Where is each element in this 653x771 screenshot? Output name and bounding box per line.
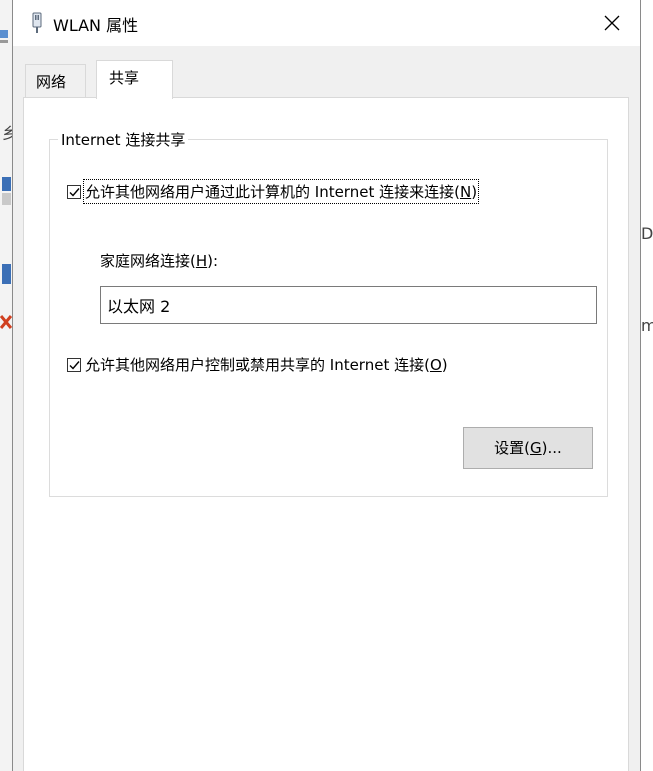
group-title: Internet 连接共享 <box>58 129 189 150</box>
close-icon <box>604 15 620 31</box>
tab-label: 网络 <box>36 73 67 91</box>
allow-control-checkbox[interactable]: 允许其他网络用户控制或禁用共享的 Internet 连接(O) <box>67 354 448 375</box>
checkbox-box[interactable] <box>67 357 81 372</box>
wlan-properties-dialog: WLAN 属性 网络 共享 Internet 连接共享 允许其他网络用户通过此计… <box>12 0 641 771</box>
allow-connect-label: 允许其他网络用户通过此计算机的 Internet 连接来连接(N) <box>82 179 480 204</box>
title-bar[interactable]: WLAN 属性 <box>13 0 640 46</box>
tab-strip: 网络 共享 <box>23 60 628 99</box>
checkmark-icon <box>69 360 80 370</box>
settings-button[interactable]: 设置(G)... <box>463 427 593 469</box>
allow-control-label: 允许其他网络用户控制或禁用共享的 Internet 连接(O) <box>85 356 448 374</box>
window-title: WLAN 属性 <box>53 16 139 35</box>
checkmark-icon <box>69 187 80 197</box>
tab-network[interactable]: 网络 <box>25 64 86 98</box>
checkbox-box[interactable] <box>67 184 81 199</box>
internet-connection-sharing-group: Internet 连接共享 允许其他网络用户通过此计算机的 Internet 连… <box>49 129 608 497</box>
tab-label: 共享 <box>109 69 140 87</box>
sharing-tab-panel: Internet 连接共享 允许其他网络用户通过此计算机的 Internet 连… <box>23 97 629 771</box>
close-button[interactable] <box>596 8 628 38</box>
allow-connect-checkbox[interactable]: 允许其他网络用户通过此计算机的 Internet 连接来连接(N) <box>67 179 480 204</box>
background-text-fragment: D <box>641 224 653 243</box>
home-network-label: 家庭网络连接(H): <box>100 252 219 270</box>
tab-sharing[interactable]: 共享 <box>96 60 173 99</box>
background-text-fragment: m <box>641 316 653 335</box>
background-window-right: D m <box>641 0 653 771</box>
network-adapter-icon <box>32 12 42 33</box>
home-network-connection-field[interactable]: 以太网 2 <box>100 286 597 324</box>
